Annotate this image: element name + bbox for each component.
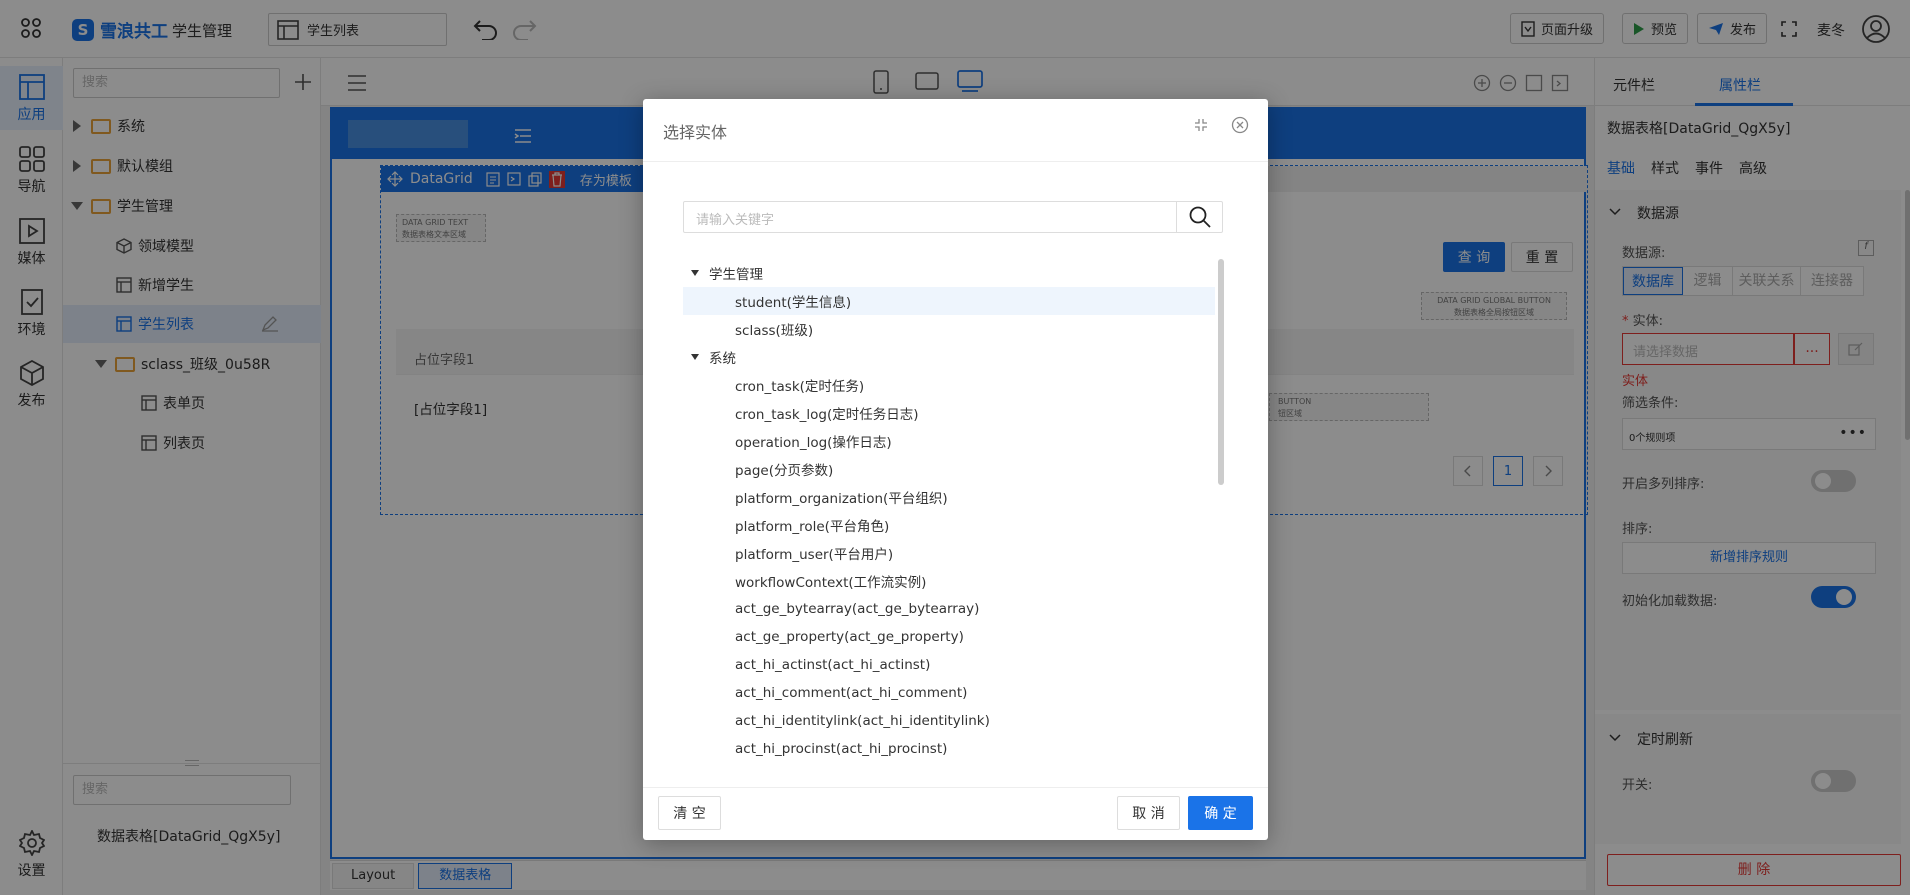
- entity-item[interactable]: sclass(班级): [683, 315, 1215, 343]
- caret-down-icon: [691, 270, 699, 276]
- group-label: 系统: [709, 351, 736, 367]
- entity-item[interactable]: cron_task_log(定时任务日志): [683, 399, 1215, 427]
- entity-item[interactable]: platform_organization(平台组织): [683, 483, 1215, 511]
- confirm-button[interactable]: 确 定: [1188, 796, 1253, 830]
- caret-down-icon: [691, 354, 699, 360]
- tree-group-system[interactable]: 系统: [683, 343, 1215, 371]
- entity-search: 请输入关键字: [683, 201, 1223, 233]
- entity-item[interactable]: workflowContext(工作流实例): [683, 567, 1215, 595]
- close-icon[interactable]: [1231, 116, 1249, 134]
- entity-search-input[interactable]: 请输入关键字: [696, 209, 774, 228]
- entity-item[interactable]: platform_user(平台用户): [683, 539, 1215, 567]
- modal-title: 选择实体: [663, 123, 728, 142]
- entity-tree-scrollbar[interactable]: [1218, 259, 1224, 485]
- search-icon[interactable]: [1176, 202, 1222, 232]
- entity-item[interactable]: act_hi_procinst(act_hi_procinst): [683, 735, 1215, 757]
- entity-item[interactable]: act_hi_actinst(act_hi_actinst): [683, 651, 1215, 679]
- entity-item[interactable]: cron_task(定时任务): [683, 371, 1215, 399]
- entity-item[interactable]: operation_log(操作日志): [683, 427, 1215, 455]
- entity-item[interactable]: act_ge_bytearray(act_ge_bytearray): [683, 595, 1215, 623]
- entity-item[interactable]: act_ge_property(act_ge_property): [683, 623, 1215, 651]
- clear-button[interactable]: 清 空: [658, 796, 721, 830]
- modal-header: 选择实体: [643, 99, 1268, 162]
- entity-item[interactable]: student(学生信息): [683, 287, 1215, 315]
- tree-group-student-mgmt[interactable]: 学生管理: [683, 259, 1215, 287]
- entity-item[interactable]: page(分页参数): [683, 455, 1215, 483]
- entity-item[interactable]: act_hi_comment(act_hi_comment): [683, 679, 1215, 707]
- entity-tree: 学生管理 student(学生信息) sclass(班级) 系统 cron_ta…: [683, 259, 1218, 757]
- entity-item[interactable]: act_hi_identitylink(act_hi_identitylink): [683, 707, 1215, 735]
- entity-item[interactable]: platform_role(平台角色): [683, 511, 1215, 539]
- select-entity-modal: 选择实体 请输入关键字 学生管理 student(学生信息) sclass(班级…: [643, 99, 1268, 840]
- maximize-icon[interactable]: [1194, 118, 1208, 132]
- group-label: 学生管理: [709, 267, 763, 283]
- cancel-button[interactable]: 取 消: [1117, 796, 1180, 830]
